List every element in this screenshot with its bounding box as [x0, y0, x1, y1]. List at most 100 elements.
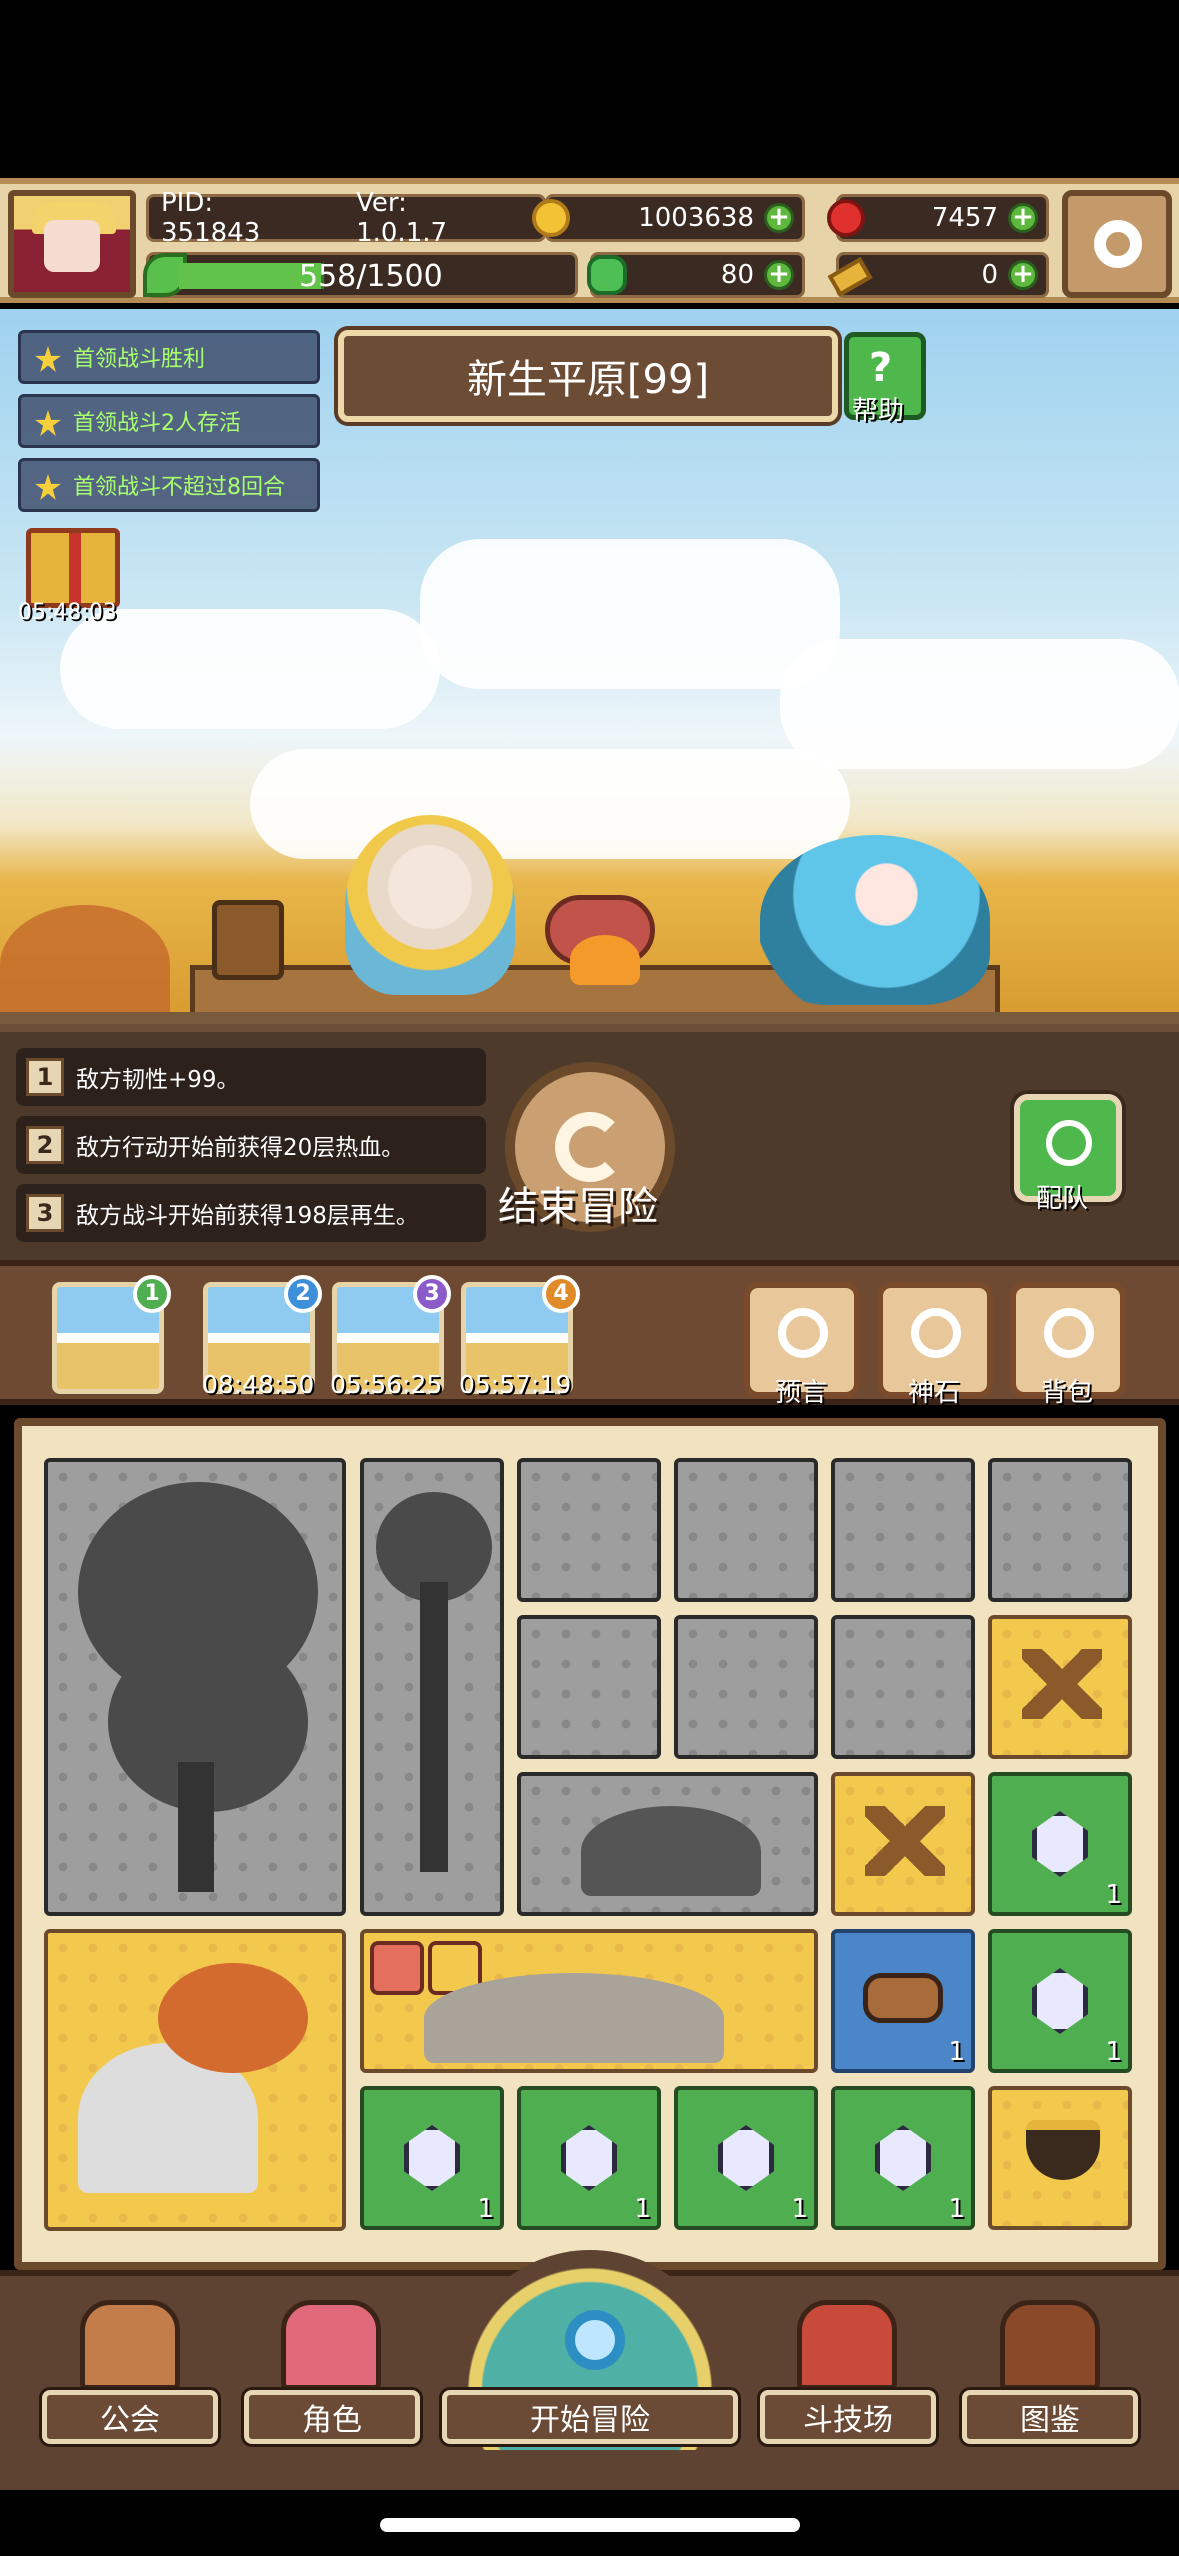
crystal-tile[interactable]: 1 — [988, 1772, 1132, 1916]
player-avatar[interactable] — [8, 190, 136, 298]
enemy-buff: 3 敌方战斗开始前获得198层再生。 — [16, 1184, 486, 1242]
reward-badge: 4 — [542, 1275, 580, 1313]
prophecy-icon — [778, 1308, 828, 1358]
crystal-icon — [1032, 1968, 1088, 2034]
stage-title: 新生平原[99] — [338, 330, 838, 422]
crystal-icon — [561, 2125, 617, 2191]
buff-number: 1 — [26, 1058, 64, 1096]
key-amount: 0 — [981, 260, 998, 290]
fog-tile[interactable] — [988, 1458, 1132, 1602]
item-count: 1 — [948, 2194, 965, 2224]
clover-counter: 80 + — [587, 252, 805, 298]
guild-building-icon — [80, 2300, 180, 2390]
nav-start-adventure-label[interactable]: 开始冒险 — [442, 2390, 738, 2444]
buff-text: 敌方韧性+99。 — [76, 1067, 240, 1093]
buff-number: 3 — [26, 1194, 64, 1232]
quest-item: 首领战斗2人存活 — [18, 394, 320, 448]
top-bar: PID: 351843 Ver: 1.0.1.7 1003638 + 7457 … — [0, 178, 1179, 303]
boss-marker-icon — [370, 1941, 424, 1995]
enemy-buff: 2 敌方行动开始前获得20层热血。 — [16, 1116, 486, 1174]
nav-guild-label[interactable]: 公会 — [42, 2390, 218, 2444]
crystal-icon — [1032, 1811, 1088, 1877]
campfire-tile[interactable] — [831, 1772, 975, 1916]
quest-text: 首领战斗不超过8回合 — [73, 475, 285, 500]
crystal-icon — [718, 2125, 774, 2191]
nav-arena-label[interactable]: 斗技场 — [760, 2390, 936, 2444]
exp-value: 558/1500 — [299, 259, 443, 294]
crystal-tile[interactable]: 1 — [360, 2086, 504, 2230]
forest-tile-large[interactable] — [44, 1458, 346, 1916]
buff-number: 2 — [26, 1126, 64, 1164]
nav-codex-label[interactable]: 图鉴 — [962, 2390, 1138, 2444]
add-keys-button[interactable]: + — [1008, 260, 1038, 290]
cloud — [420, 539, 840, 689]
ruby-counter: 7457 + — [827, 194, 1049, 242]
enemy-character[interactable] — [760, 835, 990, 1005]
buff-text: 敌方行动开始前获得20层热血。 — [76, 1135, 405, 1161]
add-clovers-button[interactable]: + — [764, 260, 794, 290]
quest-text: 首领战斗胜利 — [73, 347, 206, 372]
reward-row — [0, 1260, 1179, 1405]
magnifier-icon — [565, 2310, 625, 2370]
team-icon — [1046, 1120, 1092, 1166]
key-icon — [827, 257, 873, 297]
nav-character-label[interactable]: 角色 — [244, 2390, 420, 2444]
star-icon — [35, 346, 61, 372]
question-icon: ? — [869, 345, 893, 391]
campfire-tile[interactable] — [988, 1615, 1132, 1759]
add-rubies-button[interactable]: + — [1008, 203, 1038, 233]
book-icon — [1000, 2300, 1100, 2390]
reward-slot-1[interactable]: 1 — [52, 1275, 171, 1394]
fog-tile[interactable] — [674, 1615, 818, 1759]
reward-timer: 05:56:25 — [330, 1370, 443, 1399]
item-count: 1 — [634, 2194, 651, 2224]
item-count: 1 — [1105, 2037, 1122, 2067]
player-info-box: PID: 351843 Ver: 1.0.1.7 — [146, 188, 546, 248]
forest-tile-tall[interactable] — [360, 1458, 504, 1916]
ruby-amount: 7457 — [931, 203, 998, 233]
item-count: 1 — [948, 2037, 965, 2067]
crystal-tile[interactable]: 1 — [988, 1929, 1132, 2073]
campfire-icon — [1022, 1649, 1102, 1719]
crossed-swords-icon — [797, 2300, 897, 2390]
reward-timer: 08:48:50 — [202, 1370, 315, 1399]
fog-tile[interactable] — [674, 1458, 818, 1602]
game-version: Ver: 1.0.1.7 — [356, 188, 448, 248]
add-coins-button[interactable]: + — [764, 203, 794, 233]
cloud — [60, 609, 440, 729]
hill-tile[interactable] — [517, 1772, 818, 1916]
rock-boss-tile[interactable] — [360, 1929, 818, 2073]
crystal-tile[interactable]: 1 — [674, 2086, 818, 2230]
cloud — [780, 639, 1179, 769]
backpack-label: 背包 — [1041, 1378, 1094, 1408]
crystal-tile[interactable]: 1 — [831, 2086, 975, 2230]
gift-timer: 05:48:03 — [18, 600, 117, 625]
autumn-rock-tile[interactable] — [44, 1929, 346, 2231]
log-tile[interactable]: 1 — [831, 1929, 975, 2073]
cooking-pot-tile[interactable] — [988, 2086, 1132, 2230]
character-icon — [281, 2300, 381, 2390]
fog-tile[interactable] — [517, 1458, 661, 1602]
quest-text: 首领战斗2人存活 — [73, 411, 241, 436]
crystal-icon — [404, 2125, 460, 2191]
fog-tile[interactable] — [831, 1458, 975, 1602]
crystal-tile[interactable]: 1 — [517, 2086, 661, 2230]
hero-character[interactable] — [345, 815, 515, 995]
barrel — [212, 900, 284, 980]
home-indicator[interactable] — [380, 2518, 800, 2532]
gift-box-button[interactable] — [26, 528, 120, 608]
enemy-buff: 1 敌方韧性+99。 — [16, 1048, 486, 1106]
clover-icon — [587, 255, 627, 295]
coin-counter: 1003638 + — [532, 194, 805, 242]
reward-badge: 3 — [413, 1275, 451, 1313]
game-screen: PID: 351843 Ver: 1.0.1.7 1003638 + 7457 … — [0, 0, 1179, 2556]
key-counter: 0 + — [827, 252, 1049, 298]
return-arrow-icon — [555, 1112, 625, 1182]
ruby-icon — [827, 199, 865, 237]
pot-icon — [1026, 2120, 1100, 2180]
fog-tile[interactable] — [517, 1615, 661, 1759]
settings-button[interactable] — [1062, 190, 1172, 298]
fog-tile[interactable] — [831, 1615, 975, 1759]
reward-badge: 2 — [284, 1275, 322, 1313]
hill-icon — [581, 1806, 761, 1896]
